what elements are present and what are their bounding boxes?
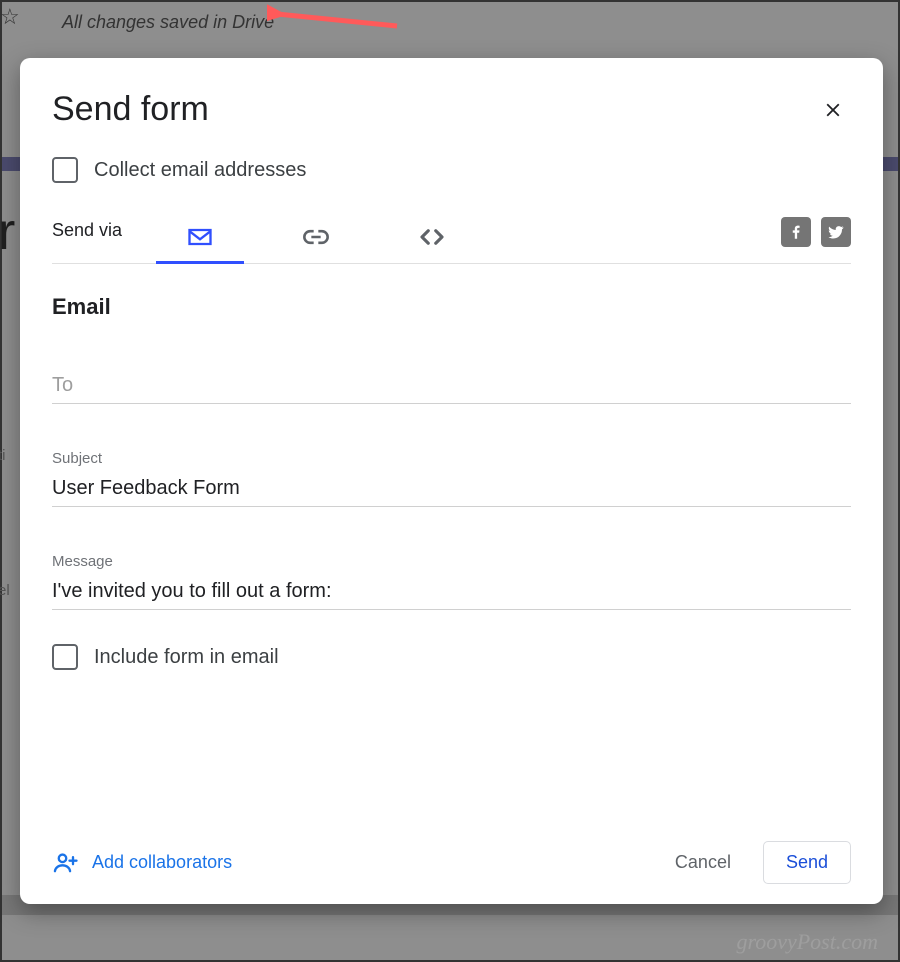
message-input[interactable]: [52, 576, 851, 610]
mail-icon: [186, 223, 214, 251]
star-icon: ☆: [0, 4, 20, 30]
tab-email[interactable]: [142, 211, 258, 263]
subject-label: Subject: [52, 450, 851, 467]
annotation-arrow: [267, 0, 402, 32]
send-form-dialog: Send form Collect email addresses Send v…: [20, 58, 883, 904]
share-twitter-button[interactable]: [821, 217, 851, 247]
background-text-fragment: ti: [0, 447, 6, 464]
add-collaborators-button[interactable]: Add collaborators: [52, 849, 232, 877]
embed-icon: [417, 222, 447, 252]
person-add-icon: [52, 849, 80, 877]
email-section-title: Email: [52, 294, 851, 320]
collect-email-label: Collect email addresses: [94, 159, 306, 182]
subject-field-group: Subject: [52, 450, 851, 507]
watermark: groovyPost.com: [736, 929, 878, 955]
tab-link[interactable]: [258, 211, 374, 263]
facebook-icon: [787, 223, 805, 241]
collect-email-checkbox[interactable]: [52, 157, 78, 183]
send-button[interactable]: Send: [763, 841, 851, 884]
close-button[interactable]: [815, 92, 851, 128]
add-collaborators-label: Add collaborators: [92, 852, 232, 873]
close-icon: [822, 99, 844, 121]
share-facebook-button[interactable]: [781, 217, 811, 247]
to-input[interactable]: [52, 370, 851, 404]
link-icon: [302, 223, 330, 251]
message-label: Message: [52, 553, 851, 570]
background-text-fragment: el: [0, 582, 10, 599]
subject-input[interactable]: [52, 473, 851, 507]
include-form-checkbox[interactable]: [52, 644, 78, 670]
message-field-group: Message: [52, 553, 851, 610]
dialog-title: Send form: [52, 90, 209, 129]
cancel-button[interactable]: Cancel: [653, 842, 753, 883]
include-form-label: Include form in email: [94, 646, 279, 669]
twitter-icon: [827, 223, 845, 241]
tab-embed[interactable]: [374, 211, 490, 263]
autosave-status: All changes saved in Drive: [62, 12, 274, 33]
to-field-group: [52, 370, 851, 404]
background-text-fragment: r: [0, 202, 15, 262]
send-via-label: Send via: [52, 220, 142, 255]
